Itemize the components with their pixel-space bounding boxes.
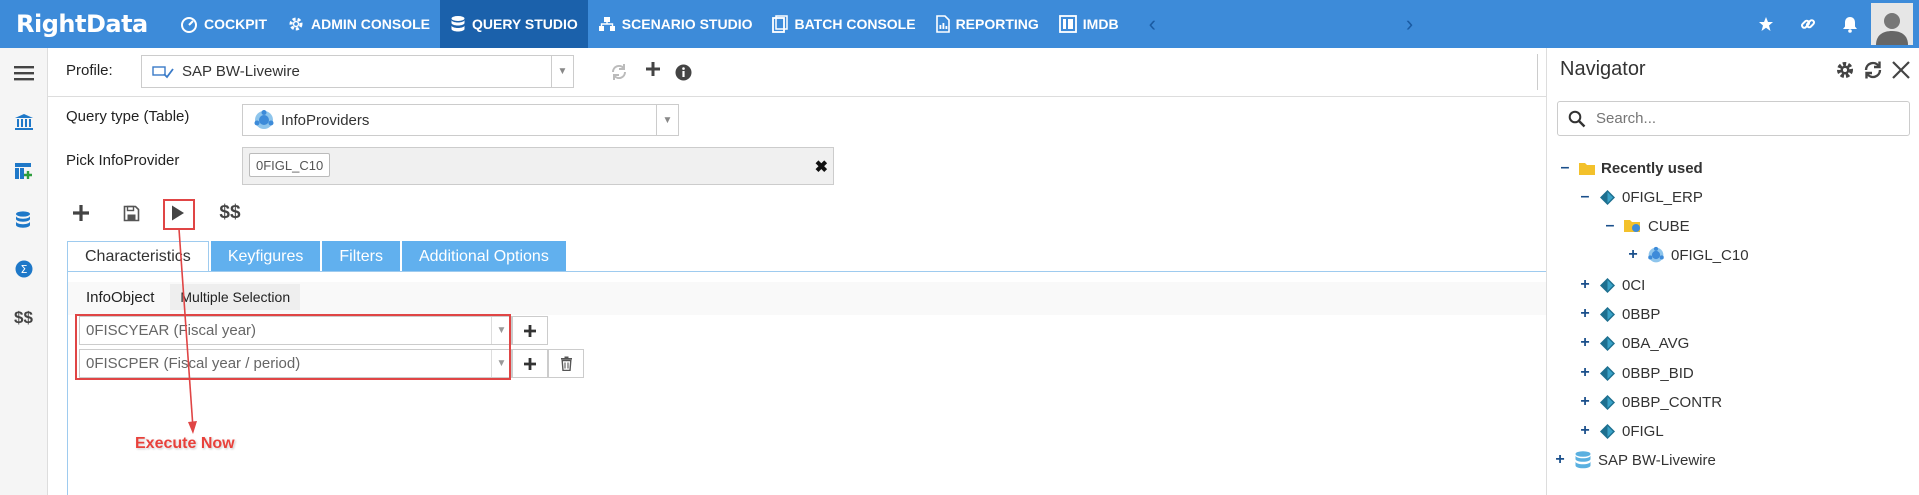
nav-item-scenario-studio[interactable]: SCENARIO STUDIO xyxy=(588,0,763,48)
cube-icon xyxy=(1599,277,1616,294)
folder-icon xyxy=(1579,162,1595,175)
clear-selection-icon[interactable]: ✖ xyxy=(815,157,828,177)
cube-icon xyxy=(1599,423,1616,440)
settings-gear-icon[interactable] xyxy=(1835,60,1855,85)
delete-infoobject-button[interactable] xyxy=(548,349,584,378)
tree-node-0bbp-bid[interactable]: + 0BBP_BID xyxy=(1577,361,1694,385)
expand-toggle[interactable]: + xyxy=(1577,305,1593,323)
tree-node-0bbp[interactable]: + 0BBP xyxy=(1577,302,1660,326)
nav-prev-arrow[interactable]: ‹ xyxy=(1139,11,1166,37)
infoprovider-icon xyxy=(1647,246,1665,264)
nav-item-admin-console[interactable]: ADMIN CONSOLE xyxy=(277,0,440,48)
tree-node-0ci[interactable]: + 0CI xyxy=(1577,273,1645,297)
tree-node-cube[interactable]: – CUBE xyxy=(1602,214,1690,238)
expand-toggle[interactable]: + xyxy=(1577,393,1593,411)
tree-node-sap-bw-livewire[interactable]: + SAP BW-Livewire xyxy=(1552,448,1716,472)
tree-label: SAP BW-Livewire xyxy=(1598,451,1716,469)
bell-icon[interactable] xyxy=(1829,0,1871,48)
tree-label: 0FIGL_ERP xyxy=(1622,188,1703,206)
chevron-down-icon: ▼ xyxy=(656,105,678,135)
tree-node-0figl-c10[interactable]: + 0FIGL_C10 xyxy=(1625,243,1749,267)
divider xyxy=(1537,54,1538,90)
execute-now-annotation: Execute Now xyxy=(135,435,235,452)
tree-label: 0FIGL_C10 xyxy=(1671,246,1749,264)
query-type-select[interactable]: InfoProviders ▼ xyxy=(242,104,679,136)
cube-icon xyxy=(1599,394,1616,411)
tab-filters[interactable]: Filters xyxy=(322,241,400,272)
annotation-arrow xyxy=(178,228,197,434)
tree-label: 0BBP_BID xyxy=(1622,364,1694,382)
cube-icon xyxy=(1599,306,1616,323)
nav-label: IMDB xyxy=(1082,16,1119,32)
expand-toggle[interactable]: + xyxy=(1577,422,1593,440)
expand-toggle[interactable]: + xyxy=(1625,246,1641,264)
cube-icon xyxy=(1599,189,1616,206)
info-icon[interactable] xyxy=(672,61,694,83)
nav-item-imdb[interactable]: IMDB xyxy=(1049,0,1129,48)
expand-toggle[interactable]: + xyxy=(1552,451,1568,469)
cube-icon xyxy=(1599,335,1616,352)
tree-label: 0FIGL xyxy=(1622,422,1664,440)
database-icon xyxy=(451,16,465,32)
tree-label: 0BA_AVG xyxy=(1622,334,1690,352)
search-input[interactable] xyxy=(1596,110,1896,127)
tree-label: 0BBP_CONTR xyxy=(1622,393,1723,411)
plus-icon xyxy=(524,324,536,337)
link-icon[interactable] xyxy=(1787,0,1829,48)
tree-label: Recently used xyxy=(1601,159,1703,177)
search-icon xyxy=(1568,110,1586,127)
trash-icon xyxy=(560,356,572,371)
cube-icon xyxy=(1599,365,1616,382)
tree-node-0bbp-contr[interactable]: + 0BBP_CONTR xyxy=(1577,390,1722,414)
nav-label: QUERY STUDIO xyxy=(472,16,578,32)
nav-item-query-studio[interactable]: QUERY STUDIO xyxy=(440,0,588,48)
tree-label: 0BBP xyxy=(1622,305,1661,323)
navigator-search[interactable] xyxy=(1557,101,1910,136)
user-avatar[interactable] xyxy=(1871,3,1913,45)
add-infoobject-button[interactable] xyxy=(512,349,548,378)
plus-icon xyxy=(524,357,536,370)
close-icon[interactable] xyxy=(1891,60,1911,85)
navigator-title: Navigator xyxy=(1560,58,1646,80)
scenario-icon xyxy=(598,17,615,31)
tree-label: 0CI xyxy=(1622,276,1646,294)
collapse-toggle[interactable]: – xyxy=(1602,217,1618,235)
chevron-down-icon: ▼ xyxy=(551,56,573,87)
tree-node-0ba-avg[interactable]: + 0BA_AVG xyxy=(1577,331,1689,355)
add-profile-icon[interactable] xyxy=(642,58,664,80)
nav-label: ADMIN CONSOLE xyxy=(311,16,430,32)
expand-toggle[interactable]: + xyxy=(1577,334,1593,352)
database-icon xyxy=(1574,450,1592,470)
refresh-icon[interactable] xyxy=(608,61,630,83)
cube-folder-icon xyxy=(1624,219,1642,234)
tree-node-0figl-erp[interactable]: – 0FIGL_ERP xyxy=(1577,185,1703,209)
star-icon[interactable] xyxy=(1745,0,1787,48)
infoprovider-picker[interactable]: ✖ xyxy=(242,147,834,185)
expand-toggle[interactable]: + xyxy=(1577,276,1593,294)
expand-toggle[interactable]: + xyxy=(1577,364,1593,382)
nav-label: BATCH CONSOLE xyxy=(794,16,916,32)
collapse-toggle[interactable]: – xyxy=(1577,188,1593,206)
nav-item-reporting[interactable]: REPORTING xyxy=(926,0,1049,48)
tree-node-recently-used[interactable]: – Recently used xyxy=(1557,156,1703,180)
navigator-panel: Navigator – Recently used – 0FIGL_ERP – … xyxy=(1546,48,1919,495)
tree-label: CUBE xyxy=(1648,217,1690,235)
nav-item-batch-console[interactable]: BATCH CONSOLE xyxy=(762,0,925,48)
batch-icon xyxy=(772,15,789,33)
imdb-icon xyxy=(1058,15,1077,33)
add-infoobject-button[interactable] xyxy=(512,316,548,345)
tree-node-0figl[interactable]: + 0FIGL xyxy=(1577,419,1664,443)
report-icon xyxy=(935,15,950,33)
collapse-toggle[interactable]: – xyxy=(1557,159,1573,177)
nav-next-arrow[interactable]: › xyxy=(1396,11,1423,37)
nav-label: REPORTING xyxy=(955,16,1039,32)
tab-additional-options[interactable]: Additional Options xyxy=(401,241,566,272)
refresh-icon[interactable] xyxy=(1863,60,1883,85)
nav-label: SCENARIO STUDIO xyxy=(621,16,753,32)
